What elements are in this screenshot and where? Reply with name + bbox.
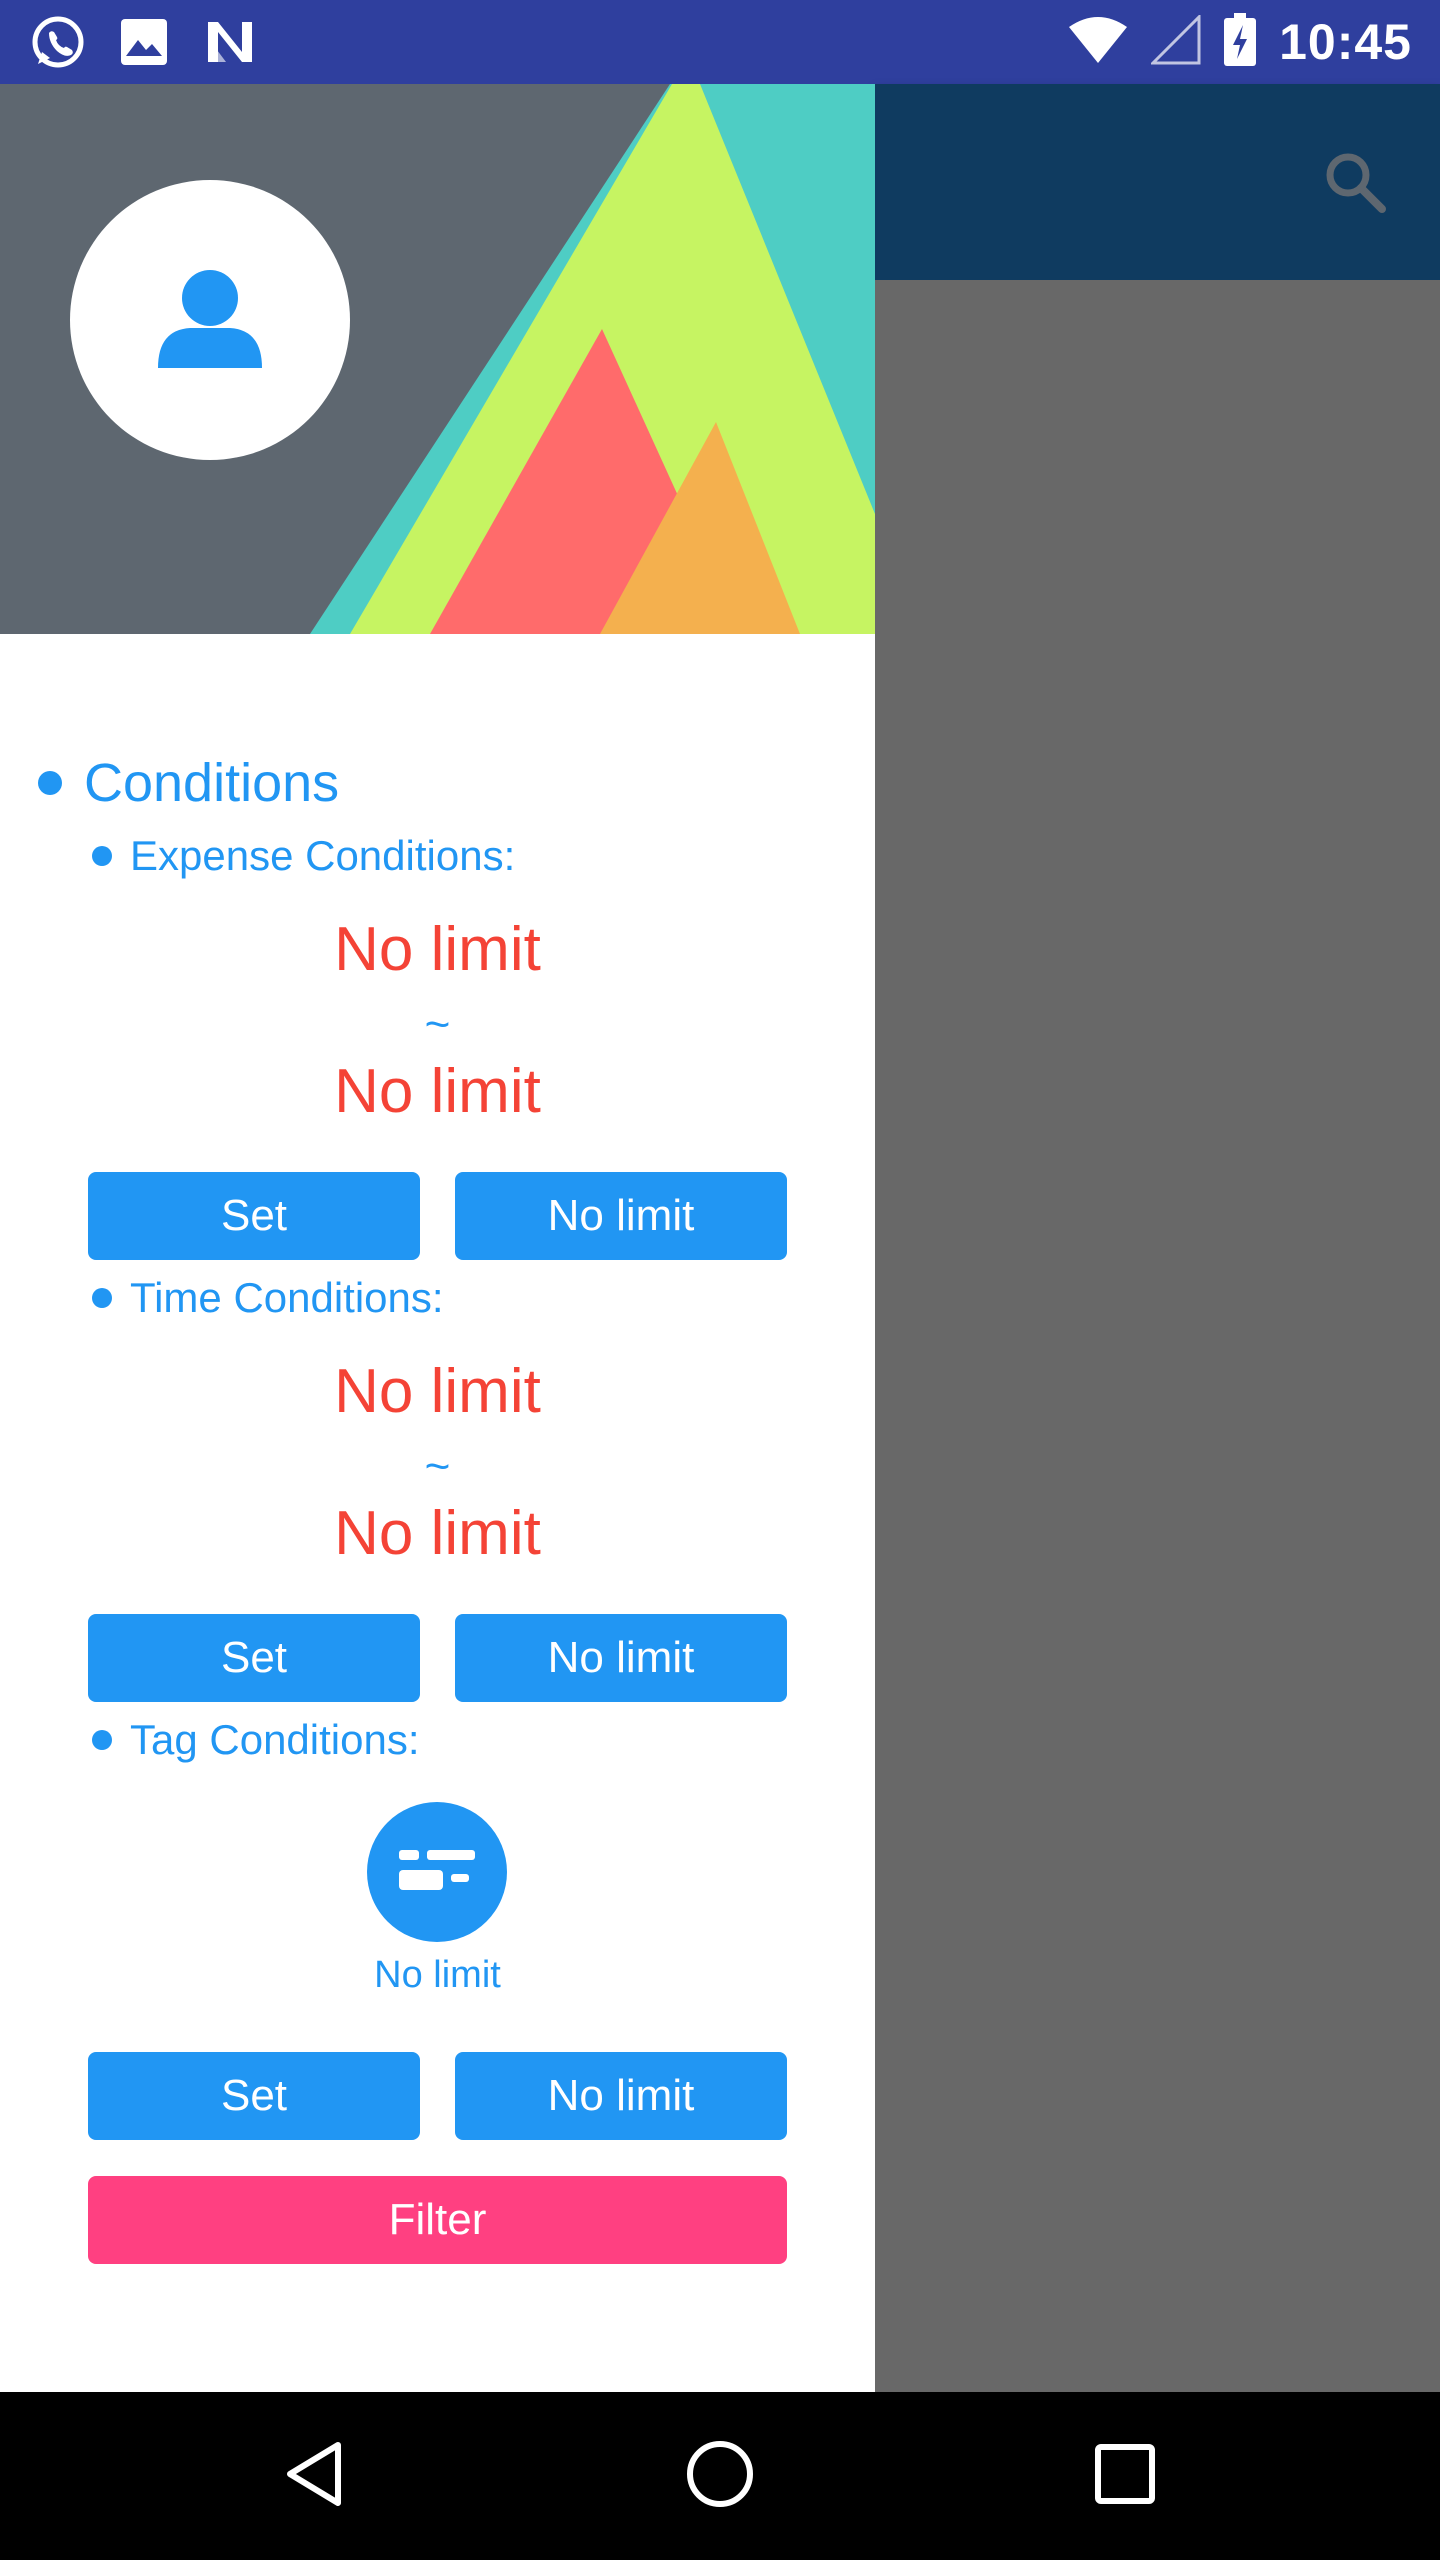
tag-selector[interactable]	[367, 1802, 507, 1942]
wifi-icon	[1067, 15, 1129, 70]
navigation-drawer: Conditions Expense Conditions: No limit …	[0, 84, 875, 2392]
expense-conditions-label: Expense Conditions:	[130, 832, 516, 879]
tag-no-limit-button[interactable]: No limit	[455, 2052, 787, 2140]
expense-max-value: No limit	[334, 1057, 541, 1126]
whatsapp-icon	[30, 14, 86, 70]
conditions-title: Conditions	[84, 753, 340, 813]
time-set-button[interactable]: Set	[88, 1614, 420, 1702]
bullet-icon	[92, 1730, 112, 1750]
expense-range-separator: ~	[424, 1000, 451, 1049]
conditions-heading: Conditions	[38, 752, 339, 814]
tag-conditions-heading: Tag Conditions:	[92, 1716, 420, 1764]
app-toolbar	[875, 84, 1440, 280]
expense-min-value: No limit	[334, 915, 541, 984]
system-navigation-bar	[0, 2392, 1440, 2560]
clock-time: 10:45	[1279, 14, 1412, 70]
status-bar: 10:45	[0, 0, 1440, 84]
time-conditions-label: Time Conditions:	[130, 1274, 444, 1321]
battery-charging-icon	[1223, 12, 1257, 72]
time-no-limit-button[interactable]: No limit	[455, 1614, 787, 1702]
back-button[interactable]	[275, 2436, 355, 2516]
time-max-value: No limit	[334, 1499, 541, 1568]
n-notification-icon	[202, 14, 258, 70]
bullet-icon	[92, 846, 112, 866]
back-icon	[280, 2439, 350, 2514]
tag-value: No limit	[374, 1954, 501, 1996]
filter-button[interactable]: Filter	[88, 2176, 787, 2264]
tag-list-icon	[397, 1840, 477, 1905]
drawer-header	[0, 84, 875, 634]
home-button[interactable]	[680, 2436, 760, 2516]
time-min-value: No limit	[334, 1357, 541, 1426]
drawer-scrim[interactable]	[875, 280, 1440, 2392]
bullet-icon	[38, 771, 62, 795]
time-conditions-heading: Time Conditions:	[92, 1274, 444, 1322]
expense-set-button[interactable]: Set	[88, 1172, 420, 1260]
search-icon	[1320, 147, 1390, 222]
tag-set-button[interactable]: Set	[88, 2052, 420, 2140]
home-icon	[684, 2438, 756, 2515]
image-icon	[116, 14, 172, 70]
recents-button[interactable]	[1085, 2436, 1165, 2516]
expense-no-limit-button[interactable]: No limit	[455, 1172, 787, 1260]
bullet-icon	[92, 1288, 112, 1308]
signal-icon	[1149, 12, 1201, 70]
user-icon	[150, 258, 270, 383]
time-range-separator: ~	[424, 1442, 451, 1491]
search-button[interactable]	[1315, 144, 1395, 224]
avatar[interactable]	[70, 180, 350, 460]
expense-conditions-heading: Expense Conditions:	[92, 832, 515, 880]
tag-conditions-label: Tag Conditions:	[130, 1716, 420, 1763]
recents-icon	[1093, 2442, 1157, 2511]
